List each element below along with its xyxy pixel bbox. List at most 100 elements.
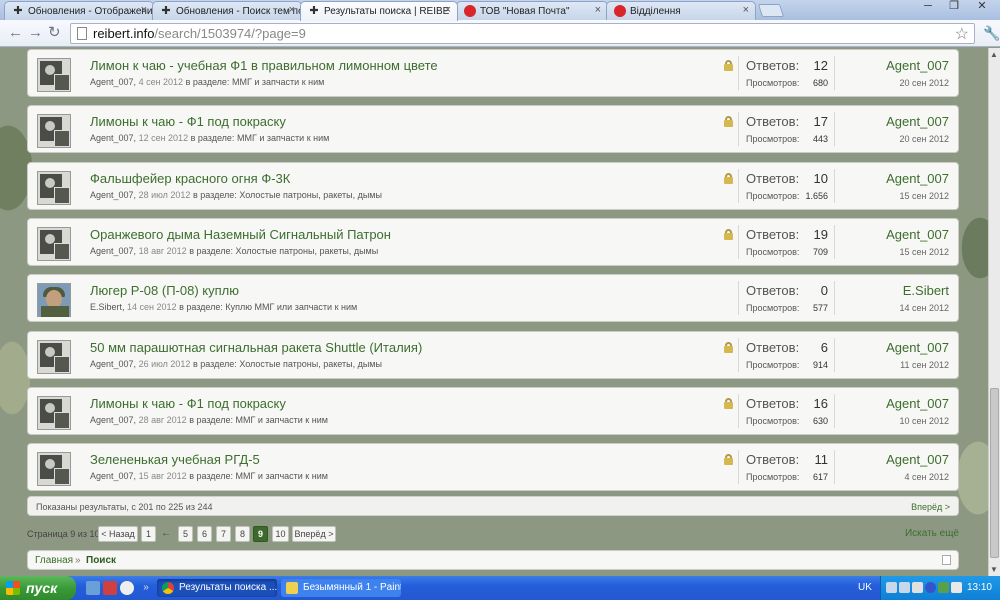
maximize-button[interactable]: ❐ — [942, 0, 966, 14]
thread-title-link[interactable]: Люгер Р-08 (П-08) куплю — [90, 283, 239, 298]
user-avatar[interactable] — [37, 283, 71, 317]
taskbar-item-chrome[interactable]: Результаты поиска ... — [157, 579, 277, 597]
tray-app-icon[interactable] — [912, 582, 923, 593]
taskbar-item-paint[interactable]: Безымянный 1 - Paint — [281, 579, 401, 597]
browser-tab-2[interactable]: ✚ Обновления - Поиск тем по × — [152, 1, 302, 20]
language-indicator[interactable]: UK — [858, 582, 872, 593]
last-poster-link[interactable]: Agent_007 — [886, 58, 949, 73]
prev-page-button[interactable]: < Назад — [98, 526, 138, 542]
page-link-8[interactable]: 8 — [235, 526, 250, 542]
forum-link[interactable]: ММГ и запчасти к ним — [232, 77, 324, 87]
author-link[interactable]: Agent_007 — [90, 415, 134, 425]
last-post-date[interactable]: 20 сен 2012 — [899, 134, 949, 144]
author-link[interactable]: E.Sibert — [90, 302, 122, 312]
browser-tab-3-active[interactable]: ✚ Результаты поиска | REIBE × — [300, 1, 458, 21]
back-arrow-icon[interactable]: ← — [8, 24, 23, 42]
last-post-date[interactable]: 10 сен 2012 — [899, 416, 949, 426]
browser-tab-5[interactable]: Відділення × — [606, 1, 756, 20]
page-link-1[interactable]: 1 — [141, 526, 156, 542]
last-poster-link[interactable]: Agent_007 — [886, 171, 949, 186]
author-link[interactable]: Agent_007 — [90, 471, 134, 481]
last-poster-link[interactable]: Agent_007 — [886, 396, 949, 411]
quicklaunch-browser-icon[interactable] — [120, 581, 134, 595]
bookmark-star-icon[interactable]: ☆ — [955, 24, 969, 44]
last-post-date[interactable]: 14 сен 2012 — [899, 303, 949, 313]
thread-title-link[interactable]: 50 мм парашютная сигнальная ракета Shutt… — [90, 340, 422, 355]
network-icon-2[interactable] — [899, 582, 910, 593]
thread-title-link[interactable]: Фальшфейер красного огня Ф-3К — [90, 171, 290, 186]
next-page-link[interactable]: Вперёд > — [911, 502, 950, 512]
last-poster-link[interactable]: E.Sibert — [903, 283, 949, 298]
page-link-5[interactable]: 5 — [178, 526, 193, 542]
thread-title-link[interactable]: Лимоны к чаю - Ф1 под покраску — [90, 114, 286, 129]
reload-icon[interactable]: ↻ — [48, 24, 61, 42]
user-avatar[interactable] — [37, 452, 71, 486]
network-icon[interactable] — [886, 582, 897, 593]
new-tab-button[interactable] — [757, 4, 785, 17]
author-link[interactable]: Agent_007 — [90, 190, 134, 200]
scroll-up-icon[interactable]: ▲ — [990, 50, 998, 59]
quicklaunch-printer-icon[interactable] — [86, 581, 100, 595]
author-link[interactable]: Agent_007 — [90, 246, 134, 256]
close-tab-icon[interactable]: × — [445, 4, 451, 16]
thread-title-link[interactable]: Зелененькая учебная РГД-5 — [90, 452, 260, 467]
page-jump-arrow[interactable]: ← — [161, 528, 171, 539]
forum-link[interactable]: Холостые патроны, ракеты, дымы — [239, 190, 382, 200]
close-tab-icon[interactable]: × — [141, 4, 147, 16]
forum-link[interactable]: ММГ и запчасти к ним — [236, 415, 328, 425]
thread-title-link[interactable]: Лимоны к чаю - Ф1 под покраску — [90, 396, 286, 411]
wrench-menu-icon[interactable]: 🔧 — [983, 25, 1000, 42]
last-poster-link[interactable]: Agent_007 — [886, 340, 949, 355]
thread-title-link[interactable]: Оранжевого дыма Наземный Сигнальный Патр… — [90, 227, 391, 242]
scroll-down-icon[interactable]: ▼ — [990, 565, 998, 574]
user-avatar[interactable] — [37, 114, 71, 148]
forward-arrow-icon[interactable]: → — [28, 24, 43, 42]
author-link[interactable]: Agent_007 — [90, 133, 134, 143]
last-poster-link[interactable]: Agent_007 — [886, 227, 949, 242]
user-avatar[interactable] — [37, 171, 71, 205]
close-tab-icon[interactable]: × — [595, 4, 601, 16]
thread-title-link[interactable]: Лимон к чаю - учебная Ф1 в правильном ли… — [90, 58, 438, 73]
scrollbar-thumb[interactable] — [990, 388, 999, 558]
next-page-button[interactable]: Вперёд > — [292, 526, 336, 542]
last-post-date[interactable]: 11 сен 2012 — [900, 360, 949, 370]
close-tab-icon[interactable]: × — [743, 4, 749, 16]
user-avatar[interactable] — [37, 227, 71, 261]
last-post-date[interactable]: 4 сен 2012 — [904, 472, 949, 482]
user-avatar[interactable] — [37, 396, 71, 430]
quicklaunch-more-icon[interactable]: » — [139, 581, 153, 595]
breadcrumb-home[interactable]: Главная — [35, 555, 73, 566]
page-link-10[interactable]: 10 — [272, 526, 289, 542]
volume-icon[interactable] — [951, 582, 962, 593]
feed-icon[interactable] — [942, 555, 951, 565]
forum-link[interactable]: ММГ и запчасти к ним — [236, 471, 328, 481]
last-poster-link[interactable]: Agent_007 — [886, 452, 949, 467]
page-scrollbar[interactable]: ▲ ▼ — [988, 48, 1000, 576]
quicklaunch-app-icon[interactable] — [103, 581, 117, 595]
page-link-6[interactable]: 6 — [197, 526, 212, 542]
close-window-button[interactable]: ✕ — [968, 0, 996, 14]
user-avatar[interactable] — [37, 340, 71, 374]
forum-link[interactable]: ММГ и запчасти к ним — [237, 133, 329, 143]
last-post-date[interactable]: 20 сен 2012 — [899, 78, 949, 88]
forum-link[interactable]: Куплю ММГ или запчасти к ним — [225, 302, 357, 312]
last-post-date[interactable]: 15 сен 2012 — [899, 191, 949, 201]
last-post-date[interactable]: 15 сен 2012 — [899, 247, 949, 257]
author-link[interactable]: Agent_007 — [90, 359, 134, 369]
forum-link[interactable]: Холостые патроны, ракеты, дымы — [236, 246, 379, 256]
user-avatar[interactable] — [37, 58, 71, 92]
address-bar[interactable]: reibert.info/search/1503974/?page=9 ☆ — [70, 23, 975, 44]
page-link-9-current[interactable]: 9 — [253, 526, 268, 542]
browser-tab-1[interactable]: ✚ Обновления - Отображени × — [4, 1, 154, 20]
bluetooth-icon[interactable] — [925, 582, 936, 593]
minimize-button[interactable]: ─ — [916, 0, 940, 14]
close-tab-icon[interactable]: × — [289, 4, 295, 16]
start-button[interactable]: пуск — [0, 576, 76, 600]
search-more-link[interactable]: Искать ещё — [905, 528, 959, 539]
tray-green-icon[interactable] — [938, 582, 949, 593]
page-link-7[interactable]: 7 — [216, 526, 231, 542]
last-poster-link[interactable]: Agent_007 — [886, 114, 949, 129]
forum-link[interactable]: Холостые патроны, ракеты, дымы — [239, 359, 382, 369]
author-link[interactable]: Agent_007 — [90, 77, 134, 87]
browser-tab-4[interactable]: ТОВ "Новая Почта" × — [456, 1, 608, 20]
